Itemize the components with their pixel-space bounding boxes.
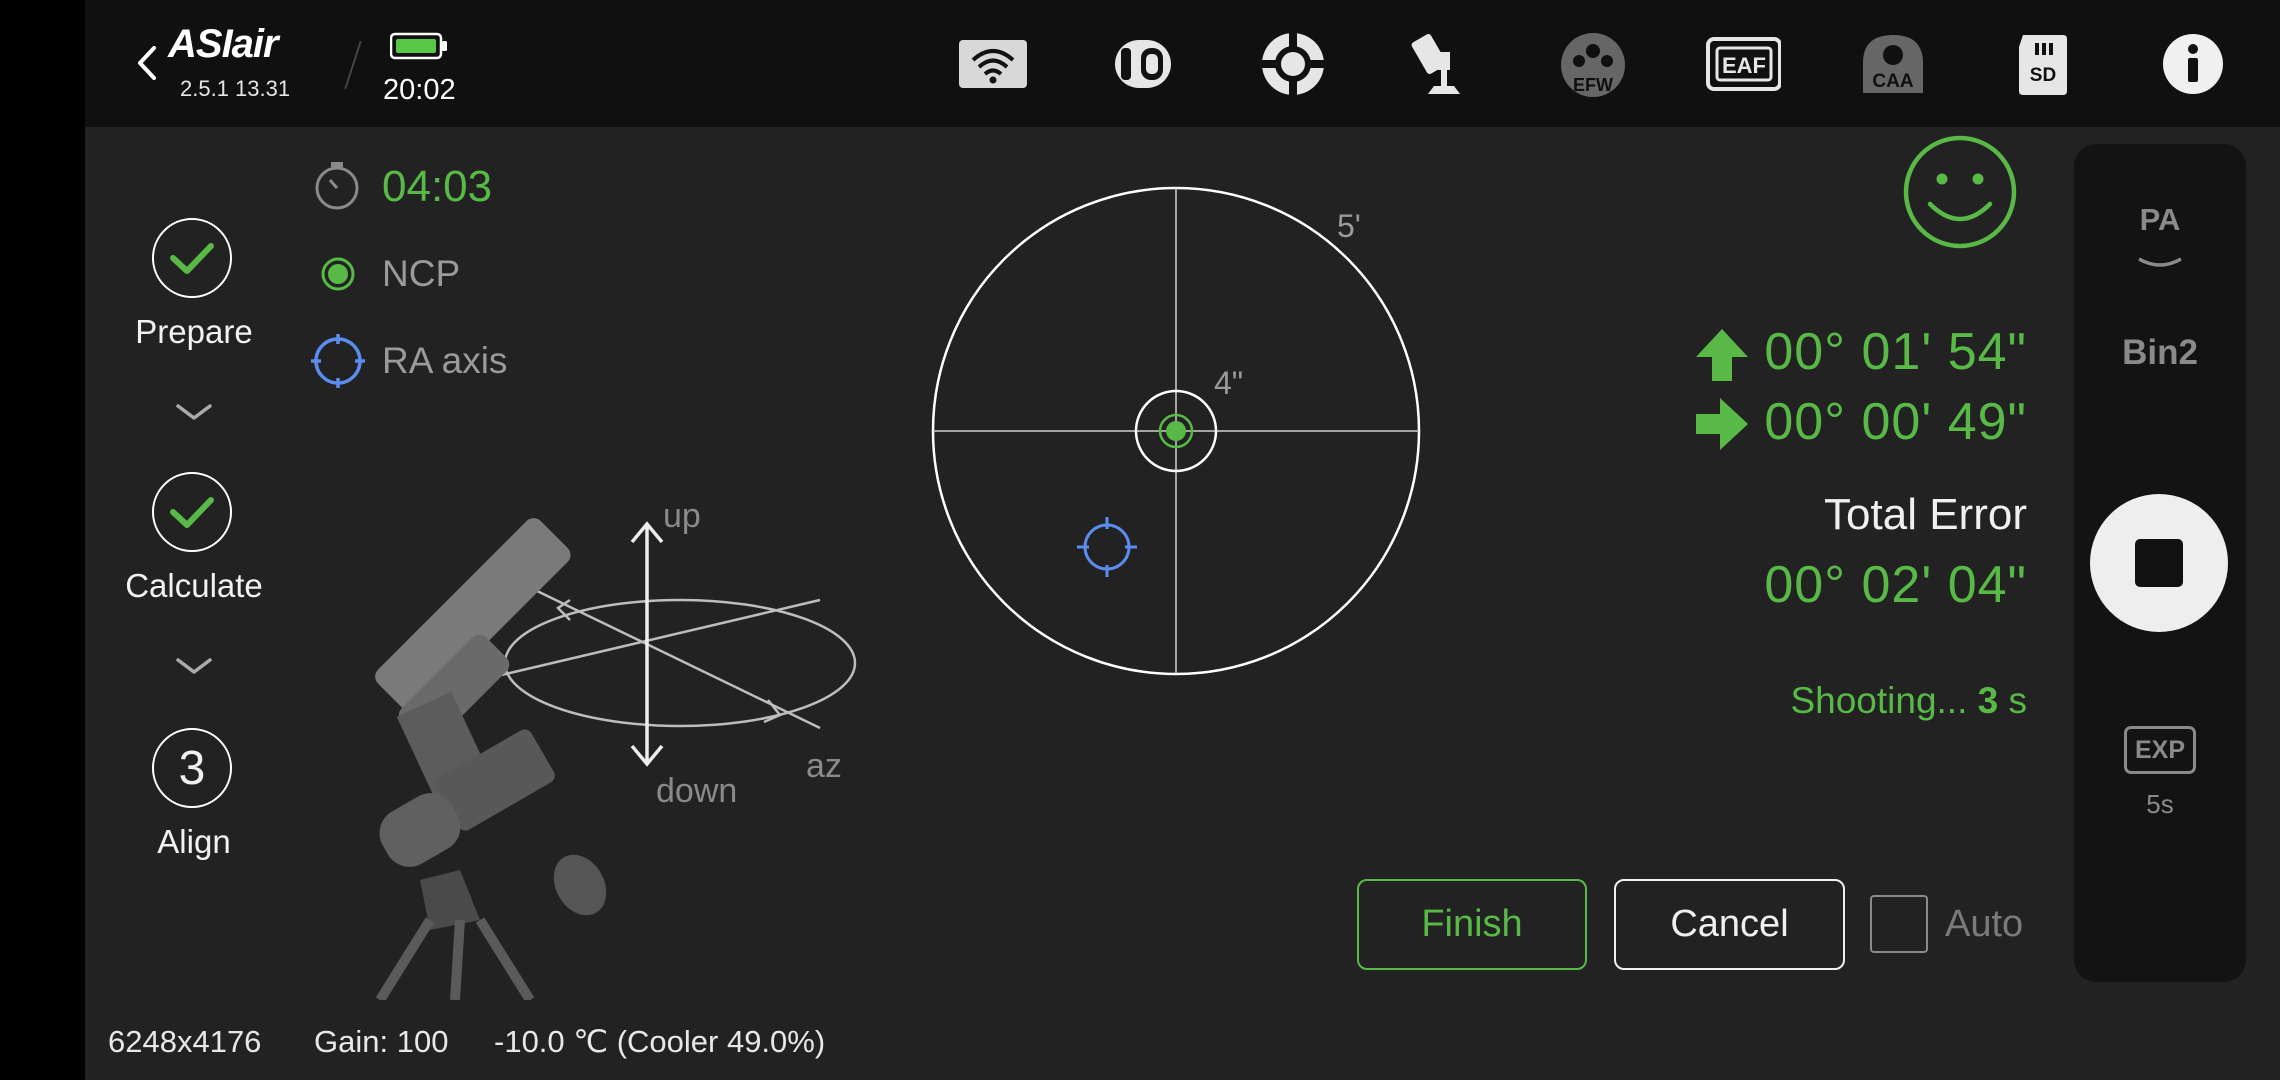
mount-icon[interactable] <box>1405 28 1481 100</box>
ncp-label: NCP <box>382 253 461 294</box>
sd-label: SD <box>2030 65 2056 86</box>
shooting-status: Shooting... 3 s <box>1790 680 2027 722</box>
mount-adjust-diagram: up down az <box>375 500 857 1000</box>
clock: 20:02 <box>383 74 456 106</box>
exp-icon-label: EXP <box>2134 735 2186 764</box>
step-calculate-indicator <box>152 472 232 552</box>
arrow-up-icon <box>1696 329 1748 381</box>
ra-axis-label: RA axis <box>382 340 508 381</box>
total-error-label: Total Error <box>1824 490 2027 539</box>
step-align-label: Align <box>157 823 231 860</box>
check-icon <box>170 243 214 274</box>
timer: 04:03 <box>382 162 493 211</box>
caa-label: CAA <box>1872 71 1913 92</box>
app-version: 2.5.1 13.31 <box>180 76 291 101</box>
eaf-label: EAF <box>1722 53 1766 78</box>
sd-card-icon[interactable]: SD <box>2005 28 2081 100</box>
chevron-down-icon <box>176 658 212 674</box>
finish-button[interactable]: Finish <box>1357 879 1587 970</box>
app-logo: ASIair <box>168 22 279 66</box>
cancel-button[interactable]: Cancel <box>1614 879 1845 970</box>
exposure-setting[interactable]: EXP <box>2124 726 2196 774</box>
pa-mode-label[interactable]: PA <box>2074 202 2246 238</box>
eaf-icon[interactable]: EAF <box>1705 28 1781 100</box>
step-prepare-indicator <box>152 218 232 298</box>
ncp-marker-icon <box>1166 421 1186 441</box>
gain: Gain: 100 <box>314 1024 449 1059</box>
wifi-icon[interactable] <box>955 28 1031 100</box>
battery-icon <box>389 32 450 65</box>
ncp-marker-icon <box>320 256 356 297</box>
efw-icon[interactable]: EFW <box>1555 28 1631 100</box>
shooting-seconds: 3 <box>1977 680 1999 721</box>
bin-setting[interactable]: Bin2 <box>2074 333 2246 373</box>
alignment-target: 5' 4" <box>931 186 1421 676</box>
down-label: down <box>656 772 737 810</box>
camera-icon[interactable] <box>1105 28 1181 100</box>
smiley-icon <box>1903 135 2017 249</box>
outer-ring-label: 5' <box>1337 208 1361 244</box>
sensor-temperature: -10.0 ℃ (Cooler 49.0%) <box>494 1024 826 1059</box>
chevron-down-icon <box>176 404 212 420</box>
step-align-number: 3 <box>152 728 232 808</box>
chevron-left-icon <box>138 46 156 80</box>
chevron-down-icon <box>2138 257 2182 267</box>
resolution: 6248x4176 <box>108 1024 262 1059</box>
total-error-value: 00° 02' 04" <box>1764 556 2027 614</box>
auto-checkbox[interactable] <box>1870 895 1928 953</box>
step-prepare-label: Prepare <box>135 313 253 350</box>
info-icon[interactable] <box>2155 28 2231 100</box>
left-bezel <box>0 0 85 1080</box>
back-button[interactable] <box>128 38 168 88</box>
up-label: up <box>663 500 701 535</box>
azimuth-error: 00° 00' 49" <box>1764 393 2027 451</box>
stop-capture-button[interactable] <box>2090 494 2228 632</box>
stopwatch-icon <box>312 160 362 217</box>
auto-label: Auto <box>1945 903 2024 945</box>
inner-ring-label: 4" <box>1214 365 1243 401</box>
ra-axis-marker-icon <box>1077 517 1137 577</box>
ra-axis-icon <box>309 332 367 395</box>
exposure-value: 5s <box>2146 789 2174 819</box>
telescope-illustration <box>375 518 607 1000</box>
efw-label: EFW <box>1573 75 1613 95</box>
step-calculate-label: Calculate <box>125 567 263 604</box>
altitude-error: 00° 01' 54" <box>1764 323 2027 381</box>
shooting-unit: s <box>1998 680 2027 721</box>
guide-icon[interactable] <box>1255 28 1331 100</box>
stop-icon <box>2135 539 2183 587</box>
caa-icon[interactable]: CAA <box>1855 28 1931 100</box>
az-label: az <box>806 747 842 785</box>
shooting-prefix: Shooting... <box>1790 680 1978 721</box>
check-icon <box>170 497 214 528</box>
arrow-right-icon <box>1696 398 1748 450</box>
